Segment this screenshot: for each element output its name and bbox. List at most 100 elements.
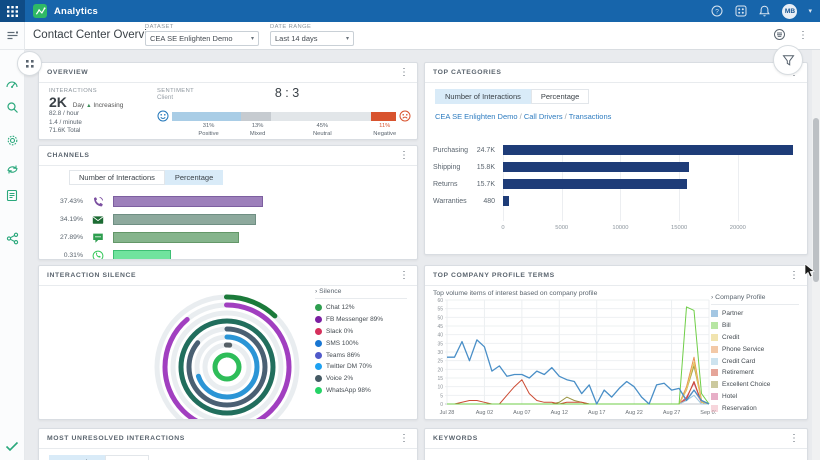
legend-item-fb-messenger-89-[interactable]: FB Messenger 89% bbox=[315, 314, 407, 326]
most-unresolved-kebab-menu[interactable]: ⋮ bbox=[399, 434, 409, 444]
channels-card: CHANNELS ⋮ Number of InteractionsPercent… bbox=[38, 145, 418, 260]
keywords-kebab-menu[interactable]: ⋮ bbox=[789, 434, 799, 444]
legend-item-whatsapp-98-[interactable]: WhatsApp 98% bbox=[315, 385, 407, 397]
dataset-label: DATASET bbox=[145, 24, 259, 30]
legend-item-sms-100-[interactable]: SMS 100% bbox=[315, 337, 407, 349]
overview-card: OVERVIEW ⋮ INTERACTIONS 2K Day ▲ Increas… bbox=[38, 62, 418, 140]
legend-item-excellent-choice[interactable]: Excellent Choice bbox=[711, 379, 799, 391]
app-launcher-button[interactable] bbox=[0, 0, 25, 22]
phone-icon bbox=[92, 196, 104, 208]
fb-messenger-icon bbox=[315, 316, 322, 323]
legend-item-reservation[interactable]: Reservation bbox=[711, 402, 799, 414]
channels-kebab-menu[interactable]: ⋮ bbox=[399, 151, 409, 161]
silence-legend-header[interactable]: › Silence bbox=[315, 288, 407, 299]
vertical-scrollbar[interactable] bbox=[812, 50, 820, 460]
channel-row: 37.43% bbox=[39, 196, 263, 207]
channel-bar[interactable] bbox=[113, 214, 256, 225]
legend-item-chat-12-[interactable]: Chat 12% bbox=[315, 302, 407, 314]
sidebar-item-overview[interactable] bbox=[5, 76, 20, 91]
tab-categories[interactable]: Categories bbox=[49, 455, 105, 460]
legend-item-voice-2-[interactable]: Voice 2% bbox=[315, 373, 407, 385]
svg-text:55: 55 bbox=[437, 307, 443, 313]
svg-text:Aug 22: Aug 22 bbox=[625, 410, 642, 416]
sidebar-check-icon[interactable] bbox=[5, 439, 20, 454]
legend-item-hotel[interactable]: Hotel bbox=[711, 391, 799, 403]
breadcrumb-link-transactions[interactable]: Transactions bbox=[569, 112, 612, 121]
channel-bar[interactable] bbox=[113, 232, 239, 243]
tab-number-of-interactions[interactable]: Number of Interactions bbox=[435, 89, 531, 104]
svg-text:5: 5 bbox=[440, 393, 443, 399]
tab-percentage[interactable]: Percentage bbox=[531, 89, 589, 104]
legend-item-slack-0-[interactable]: Slack 0% bbox=[315, 326, 407, 338]
tab-number-of-interactions[interactable]: Number of Interactions bbox=[69, 170, 165, 185]
whatsapp-icon bbox=[315, 387, 322, 394]
mouse-cursor bbox=[804, 264, 816, 278]
terms-legend-header[interactable]: › Company Profile bbox=[711, 294, 799, 305]
dataset-field: DATASET CEA SE Enlighten Demo ▾ bbox=[145, 24, 259, 46]
sidebar-item-search[interactable] bbox=[5, 100, 20, 115]
sidebar-item-reports[interactable] bbox=[5, 188, 20, 203]
legend-item-credit-card[interactable]: Credit Card bbox=[711, 355, 799, 367]
svg-text:25: 25 bbox=[437, 359, 443, 365]
slack-icon bbox=[315, 328, 322, 335]
tab-agents[interactable]: Agents bbox=[105, 455, 148, 460]
company-profile-terms-kebab-menu[interactable]: ⋮ bbox=[789, 271, 799, 281]
interactions-per-hour: 82.8 / hour bbox=[49, 110, 157, 119]
legend-item-partner[interactable]: Partner bbox=[711, 308, 799, 320]
notifications-bell-icon[interactable] bbox=[758, 5, 771, 18]
tab-percentage[interactable]: Percentage bbox=[165, 170, 223, 185]
keywords-card-title: KEYWORDS bbox=[433, 435, 478, 442]
apps-grid-icon[interactable] bbox=[734, 5, 747, 18]
collapse-panel-button[interactable] bbox=[17, 51, 42, 76]
channel-bar[interactable] bbox=[113, 250, 171, 260]
sidebar-item-distribute[interactable] bbox=[5, 162, 20, 177]
channel-row: 0.31% bbox=[39, 250, 171, 260]
legend-item-bill[interactable]: Bill bbox=[711, 320, 799, 332]
svg-text:Aug 02: Aug 02 bbox=[476, 410, 493, 416]
voice-icon bbox=[315, 375, 322, 382]
legend-item-credit[interactable]: Credit bbox=[711, 332, 799, 344]
silence-ring-whatsapp bbox=[215, 355, 239, 379]
daterange-select[interactable]: Last 14 days ▾ bbox=[270, 31, 354, 46]
sidebar-item-settings[interactable] bbox=[5, 133, 20, 148]
overview-kebab-menu[interactable]: ⋮ bbox=[399, 68, 409, 78]
filter-button[interactable] bbox=[773, 45, 803, 75]
dataset-select[interactable]: CEA SE Enlighten Demo ▾ bbox=[145, 31, 259, 46]
breadcrumb-link-call-drivers[interactable]: Call Drivers bbox=[524, 112, 563, 121]
series-line-retirement bbox=[447, 380, 709, 404]
channel-bar[interactable] bbox=[113, 196, 263, 207]
page-header: Contact Center Overview DATASET CEA SE E… bbox=[25, 22, 820, 50]
sidebar-item-share[interactable] bbox=[5, 231, 20, 246]
help-icon[interactable]: ? bbox=[710, 5, 723, 18]
interactions-total: 71.6K Total bbox=[49, 127, 157, 136]
interaction-silence-kebab-menu[interactable]: ⋮ bbox=[399, 271, 409, 281]
legend-item-teams-86-[interactable]: Teams 86% bbox=[315, 349, 407, 361]
display-settings-icon[interactable] bbox=[773, 28, 786, 44]
svg-text:40: 40 bbox=[437, 333, 443, 339]
account-chevron-down-icon[interactable]: ▾ bbox=[808, 7, 812, 15]
sentiment-ratio: 8 : 3 bbox=[275, 86, 299, 100]
page-title: Contact Center Overview bbox=[33, 29, 161, 41]
series-line-partner bbox=[447, 340, 709, 404]
scrollbar-thumb[interactable] bbox=[813, 118, 819, 282]
category-bar-warranties[interactable] bbox=[503, 196, 509, 206]
avatar[interactable]: MB bbox=[782, 4, 797, 19]
sentiment-label-mixed: 13%Mixed bbox=[250, 123, 265, 138]
interactions-value: 2K bbox=[49, 94, 67, 110]
most-unresolved-card: MOST UNRESOLVED INTERACTIONS ⋮ Categorie… bbox=[38, 428, 418, 460]
legend-item-twitter-dm-70-[interactable]: Twitter DM 70% bbox=[315, 361, 407, 373]
category-row-returns: Returns15.7K bbox=[425, 179, 793, 189]
interaction-silence-card-title: INTERACTION SILENCE bbox=[47, 272, 136, 279]
category-bar-purchasing[interactable] bbox=[503, 145, 793, 155]
legend-item-retirement[interactable]: Retirement bbox=[711, 367, 799, 379]
breadcrumb-link-cea-se-enlighten-demo[interactable]: CEA SE Enlighten Demo bbox=[435, 112, 518, 121]
legend-item-phone-service[interactable]: Phone Service bbox=[711, 343, 799, 355]
sentiment-label-positive: 31%Positive bbox=[198, 123, 218, 138]
category-bar-returns[interactable] bbox=[503, 179, 687, 189]
funnel-icon bbox=[782, 54, 795, 67]
svg-text:20: 20 bbox=[437, 367, 443, 373]
sidebar-item-dashboards[interactable] bbox=[5, 28, 20, 43]
company-profile-terms-card-title: TOP COMPANY PROFILE TERMS bbox=[433, 272, 555, 279]
page-kebab-menu[interactable]: ⋮ bbox=[798, 31, 808, 41]
category-bar-shipping[interactable] bbox=[503, 162, 689, 172]
